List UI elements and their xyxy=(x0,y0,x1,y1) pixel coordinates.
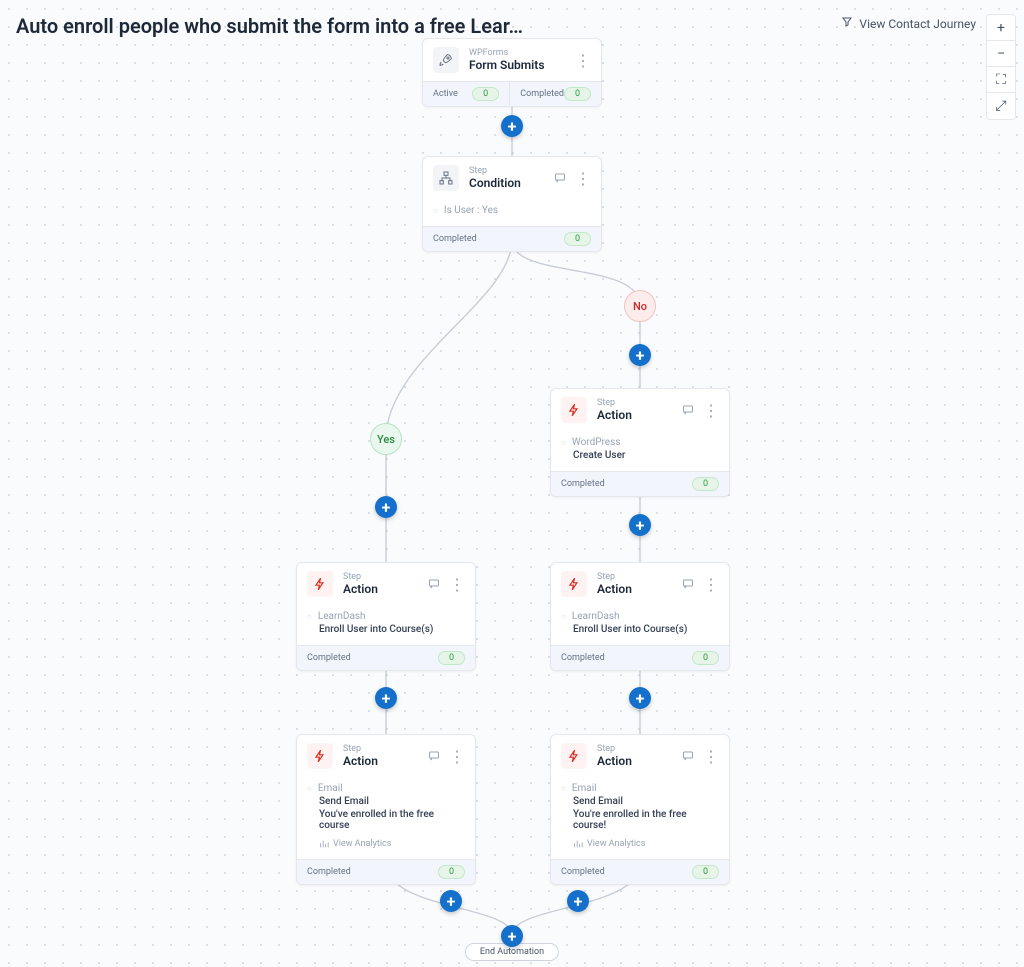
branch-yes-badge: Yes xyxy=(370,423,402,455)
completed-count-pill: 0 xyxy=(438,651,465,665)
view-analytics-link[interactable]: View Analytics xyxy=(319,839,465,849)
more-icon[interactable]: ⋮ xyxy=(575,51,591,70)
node-footer: Completed 0 xyxy=(297,859,475,884)
bolt-icon xyxy=(307,571,333,597)
add-step-button[interactable]: + xyxy=(567,890,589,912)
bolt-icon xyxy=(561,571,587,597)
add-step-button[interactable]: + xyxy=(629,514,651,536)
add-step-button[interactable]: + xyxy=(375,687,397,709)
node-footer: Completed 0 xyxy=(423,226,601,251)
sitemap-icon xyxy=(433,165,459,191)
action-source: Email xyxy=(319,783,465,794)
node-title: Action xyxy=(597,754,671,768)
connector-lines xyxy=(0,0,1024,967)
action-detail: Send Email xyxy=(573,796,719,807)
action-email-right-node[interactable]: Step Action ⋮ Email Send Email You're en… xyxy=(550,734,730,885)
node-title: Action xyxy=(597,408,671,422)
trigger-node[interactable]: WPForms Form Submits ⋮ Active 0 Complete… xyxy=(422,38,602,107)
action-source: Email xyxy=(573,783,719,794)
add-step-button[interactable]: + xyxy=(501,115,523,137)
node-title: Action xyxy=(343,582,417,596)
active-count-pill: 0 xyxy=(472,87,499,101)
branch-no-badge: No xyxy=(624,290,656,322)
comment-icon[interactable] xyxy=(681,401,695,420)
node-subtitle: Step xyxy=(597,744,671,754)
node-footer: Completed 0 xyxy=(297,645,475,670)
add-step-button[interactable]: + xyxy=(629,344,651,366)
action-enroll-left-node[interactable]: Step Action ⋮ LearnDash Enroll User into… xyxy=(296,562,476,671)
more-icon[interactable]: ⋮ xyxy=(703,575,719,594)
action-enroll-right-node[interactable]: Step Action ⋮ LearnDash Enroll User into… xyxy=(550,562,730,671)
condition-detail: Is User : Yes xyxy=(445,205,591,216)
rocket-icon xyxy=(433,47,459,73)
action-detail: Enroll User into Course(s) xyxy=(573,624,719,635)
add-step-button[interactable]: + xyxy=(501,925,523,947)
bolt-icon xyxy=(307,743,333,769)
bolt-icon xyxy=(561,743,587,769)
node-subtitle: Step xyxy=(343,744,417,754)
zoom-panel: + − ⛶ ⤢ xyxy=(986,14,1016,120)
bolt-icon xyxy=(561,397,587,423)
add-step-button[interactable]: + xyxy=(629,687,651,709)
node-subtitle: Step xyxy=(597,572,671,582)
node-subtitle: Step xyxy=(597,398,671,408)
action-detail: Send Email xyxy=(319,796,465,807)
action-create-user-node[interactable]: Step Action ⋮ WordPress Create User Comp… xyxy=(550,388,730,497)
completed-count-pill: 0 xyxy=(692,865,719,879)
comment-icon[interactable] xyxy=(681,575,695,594)
node-footer: Completed 0 xyxy=(551,645,729,670)
action-source: LearnDash xyxy=(573,611,719,622)
action-source: WordPress xyxy=(573,437,719,448)
funnel-icon xyxy=(841,16,853,31)
node-footer: Active 0 Completed 0 xyxy=(423,81,601,106)
node-title: Action xyxy=(343,754,417,768)
node-subtitle: WPForms xyxy=(469,48,565,58)
zoom-fit-button[interactable]: ⛶ xyxy=(987,67,1015,93)
add-step-button[interactable]: + xyxy=(440,890,462,912)
zoom-in-button[interactable]: + xyxy=(987,15,1015,41)
node-subtitle: Step xyxy=(469,166,543,176)
more-icon[interactable]: ⋮ xyxy=(449,747,465,766)
node-subtitle: Step xyxy=(343,572,417,582)
action-detail: Enroll User into Course(s) xyxy=(319,624,465,635)
action-email-left-node[interactable]: Step Action ⋮ Email Send Email You've en… xyxy=(296,734,476,885)
zoom-expand-button[interactable]: ⤢ xyxy=(987,93,1015,119)
comment-icon[interactable] xyxy=(553,169,567,188)
node-footer: Completed 0 xyxy=(551,471,729,496)
view-contact-journey-link[interactable]: View Contact Journey xyxy=(841,16,976,31)
add-step-button[interactable]: + xyxy=(375,496,397,518)
comment-icon[interactable] xyxy=(427,575,441,594)
more-icon[interactable]: ⋮ xyxy=(703,401,719,420)
completed-count-pill: 0 xyxy=(692,651,719,665)
action-source: LearnDash xyxy=(319,611,465,622)
completed-count-pill: 0 xyxy=(564,232,591,246)
node-title: Condition xyxy=(469,176,543,190)
comment-icon[interactable] xyxy=(427,747,441,766)
action-detail: Create User xyxy=(573,450,719,461)
view-analytics-link[interactable]: View Analytics xyxy=(573,839,719,849)
zoom-out-button[interactable]: − xyxy=(987,41,1015,67)
page-title: Auto enroll people who submit the form i… xyxy=(16,14,523,38)
node-footer: Completed 0 xyxy=(551,859,729,884)
condition-node[interactable]: Step Condition ⋮ Is User : Yes Completed… xyxy=(422,156,602,252)
completed-count-pill: 0 xyxy=(692,477,719,491)
node-title: Form Submits xyxy=(469,58,565,72)
more-icon[interactable]: ⋮ xyxy=(449,575,465,594)
comment-icon[interactable] xyxy=(681,747,695,766)
node-title: Action xyxy=(597,582,671,596)
completed-count-pill: 0 xyxy=(438,865,465,879)
completed-count-pill: 0 xyxy=(564,87,591,101)
email-subject: You're enrolled in the free course! xyxy=(573,809,719,831)
more-icon[interactable]: ⋮ xyxy=(703,747,719,766)
email-subject: You've enrolled in the free course xyxy=(319,809,465,831)
more-icon[interactable]: ⋮ xyxy=(575,169,591,188)
